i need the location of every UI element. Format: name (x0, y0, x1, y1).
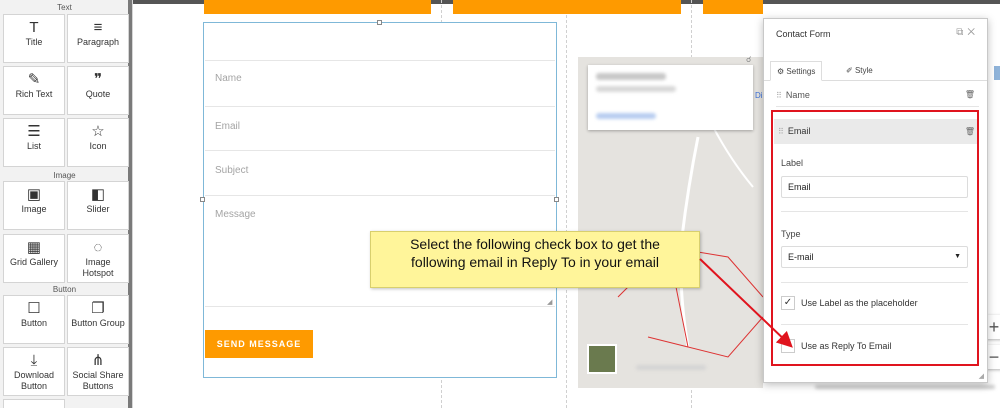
annotation-arrow (699, 258, 793, 348)
arrow-line (699, 258, 793, 348)
page-builder: Text T Title ≡ Paragraph ✎ Rich Text ❞ Q… (0, 0, 1000, 408)
